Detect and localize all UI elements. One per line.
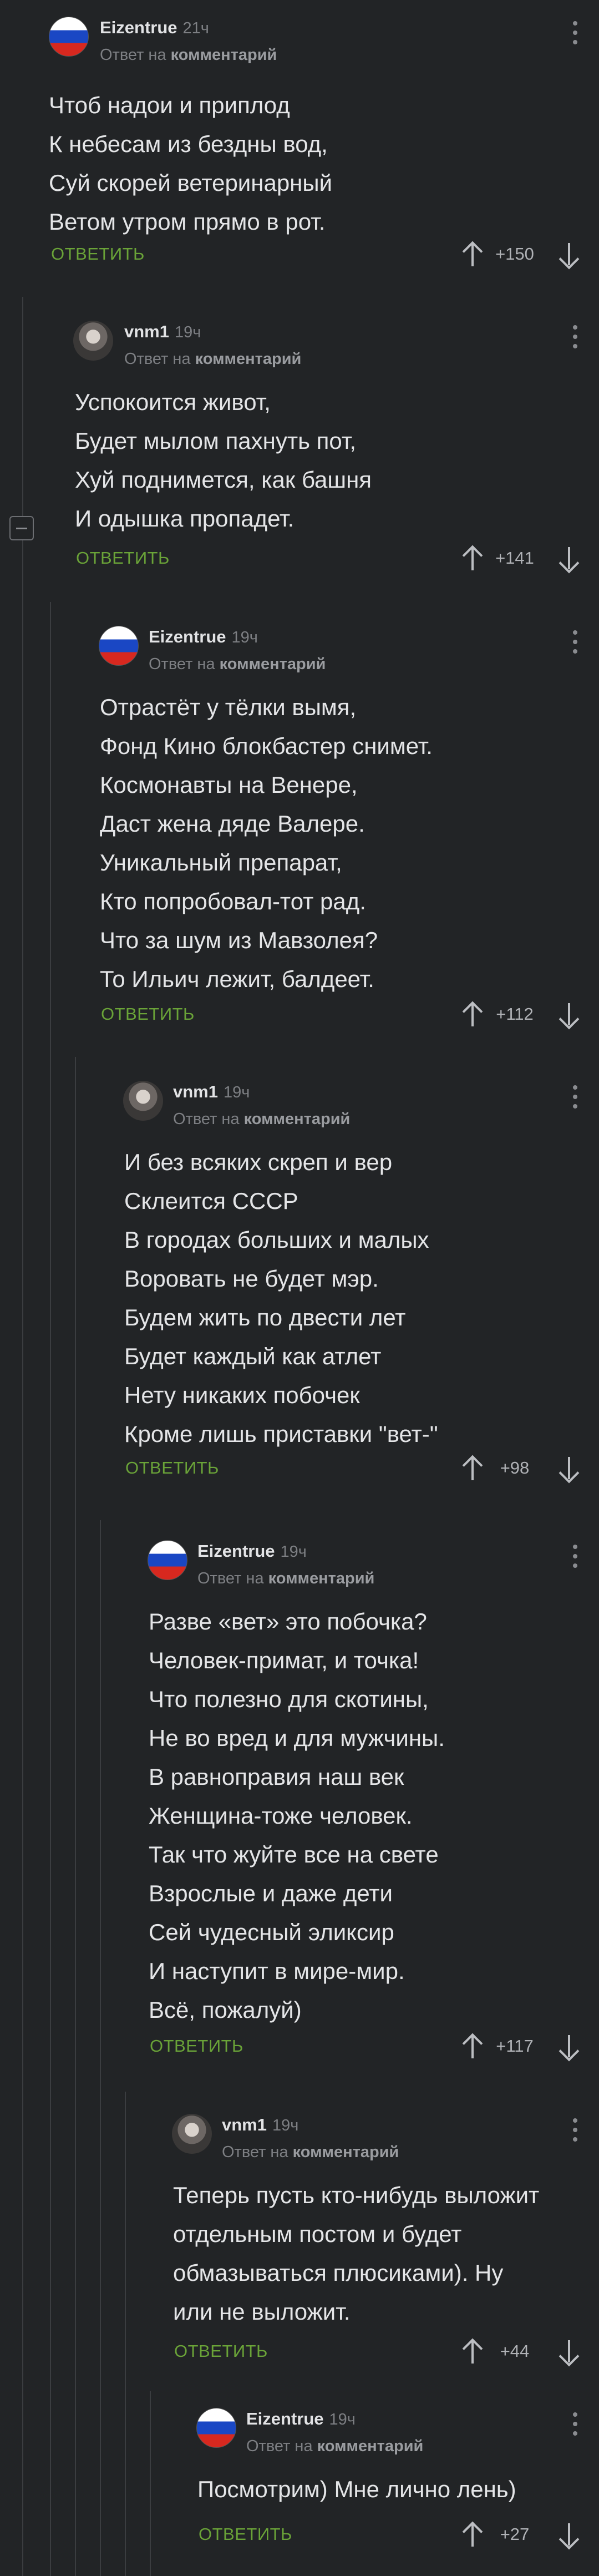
comment-author[interactable]: Eizentrue 19ч bbox=[246, 2408, 356, 2431]
comment-rating: +27 bbox=[500, 2524, 530, 2544]
downvote-arrow-icon[interactable] bbox=[559, 2523, 579, 2549]
thread-line bbox=[22, 297, 23, 2576]
flag-avatar[interactable] bbox=[99, 626, 139, 666]
thread-line bbox=[150, 2391, 151, 2576]
reply-button[interactable]: ОТВЕТИТЬ bbox=[174, 2341, 268, 2361]
upvote-arrow-icon[interactable] bbox=[463, 1455, 483, 1480]
reply-button[interactable]: ОТВЕТИТЬ bbox=[199, 2524, 292, 2544]
more-options-icon[interactable] bbox=[572, 1085, 578, 1111]
comment-text: Отрастёт у тёлки вымя, Фонд Кино блокбас… bbox=[100, 694, 433, 992]
comment-author[interactable]: vnm1 19ч bbox=[222, 2114, 298, 2137]
comment-time: 19ч bbox=[272, 2117, 299, 2134]
comment-rating: +44 bbox=[500, 2341, 530, 2361]
comment-author[interactable]: Eizentrue 21ч bbox=[100, 17, 209, 39]
reply-button[interactable]: ОТВЕТИТЬ bbox=[51, 244, 145, 264]
flag-avatar[interactable] bbox=[49, 17, 89, 57]
reply-to-link[interactable]: Ответ на комментарий bbox=[124, 348, 301, 370]
reply-button[interactable]: ОТВЕТИТЬ bbox=[101, 1004, 195, 1024]
comment-time: 19ч bbox=[280, 1543, 307, 1561]
flag-avatar[interactable] bbox=[148, 1540, 187, 1580]
face-avatar[interactable] bbox=[73, 321, 113, 361]
downvote-arrow-icon[interactable] bbox=[559, 2340, 579, 2366]
comment-text: Успокоится живот, Будет мылом пахнуть по… bbox=[75, 389, 372, 532]
flag-avatar[interactable] bbox=[196, 2408, 236, 2448]
reply-to-link[interactable]: Ответ на комментарий bbox=[100, 44, 277, 65]
thread-line bbox=[125, 2092, 126, 2576]
comment-author[interactable]: vnm1 19ч bbox=[124, 321, 201, 343]
reply-to-link[interactable]: Ответ на комментарий bbox=[197, 1568, 374, 1589]
reply-button[interactable]: ОТВЕТИТЬ bbox=[76, 548, 170, 568]
thread-line bbox=[50, 602, 51, 2576]
comment-time: 19ч bbox=[329, 2411, 356, 2428]
comment-rating: +117 bbox=[496, 2036, 534, 2056]
more-options-icon[interactable] bbox=[572, 325, 578, 351]
comment-rating: +112 bbox=[496, 1004, 534, 1024]
face-avatar[interactable] bbox=[172, 2114, 212, 2154]
downvote-arrow-icon[interactable] bbox=[559, 1457, 579, 1482]
comment-author[interactable]: Eizentrue 19ч bbox=[149, 626, 258, 649]
comment-rating: +141 bbox=[495, 548, 534, 568]
more-options-icon[interactable] bbox=[572, 2118, 578, 2144]
more-options-icon[interactable] bbox=[572, 2412, 578, 2438]
more-options-icon[interactable] bbox=[572, 21, 578, 47]
comment-text: И без всяких скреп и вер Склеится СССР В… bbox=[124, 1149, 438, 1447]
comment-text: Посмотрим) Мне лично лень) bbox=[197, 2476, 516, 2502]
downvote-arrow-icon[interactable] bbox=[559, 243, 579, 269]
more-options-icon[interactable] bbox=[572, 1545, 578, 1570]
comment-text: Чтоб надои и приплод К небесам из бездны… bbox=[49, 92, 333, 235]
downvote-arrow-icon[interactable] bbox=[559, 1003, 579, 1029]
face-avatar[interactable] bbox=[123, 1081, 163, 1121]
upvote-arrow-icon[interactable] bbox=[463, 2033, 483, 2058]
thread-line bbox=[75, 1057, 76, 2576]
comment-time: 19ч bbox=[174, 323, 201, 341]
upvote-arrow-icon[interactable] bbox=[463, 241, 483, 266]
upvote-arrow-icon[interactable] bbox=[463, 2521, 483, 2547]
more-options-icon[interactable] bbox=[572, 630, 578, 656]
comment-time: 19ч bbox=[223, 1084, 250, 1101]
downvote-arrow-icon[interactable] bbox=[559, 2035, 579, 2061]
reply-to-link[interactable]: Ответ на комментарий bbox=[246, 2436, 423, 2457]
reply-button[interactable]: ОТВЕТИТЬ bbox=[150, 2036, 243, 2056]
reply-button[interactable]: ОТВЕТИТЬ bbox=[125, 1458, 219, 1478]
comment-time: 21ч bbox=[182, 19, 209, 37]
downvote-arrow-icon[interactable] bbox=[559, 547, 579, 573]
thread-line bbox=[100, 1520, 101, 2576]
upvote-arrow-icon[interactable] bbox=[463, 1001, 483, 1026]
comment-author[interactable]: Eizentrue 19ч bbox=[197, 1540, 307, 1563]
comment-author[interactable]: vnm1 19ч bbox=[173, 1081, 250, 1104]
reply-to-link[interactable]: Ответ на комментарий bbox=[222, 2142, 399, 2163]
reply-to-link[interactable]: Ответ на комментарий bbox=[173, 1109, 350, 1130]
comment-text: Теперь пусть кто-нибудь выложит отдельны… bbox=[173, 2182, 540, 2325]
comment-rating: +98 bbox=[500, 1458, 530, 1477]
comment-rating: +150 bbox=[495, 244, 534, 264]
upvote-arrow-icon[interactable] bbox=[463, 545, 483, 570]
upvote-arrow-icon[interactable] bbox=[463, 2338, 483, 2364]
collapse-thread-button[interactable] bbox=[9, 516, 34, 540]
comment-text: Разве «вет» это побочка? Человек-примат,… bbox=[149, 1608, 445, 2023]
comment-time: 19ч bbox=[231, 629, 258, 646]
reply-to-link[interactable]: Ответ на комментарий bbox=[149, 654, 326, 675]
